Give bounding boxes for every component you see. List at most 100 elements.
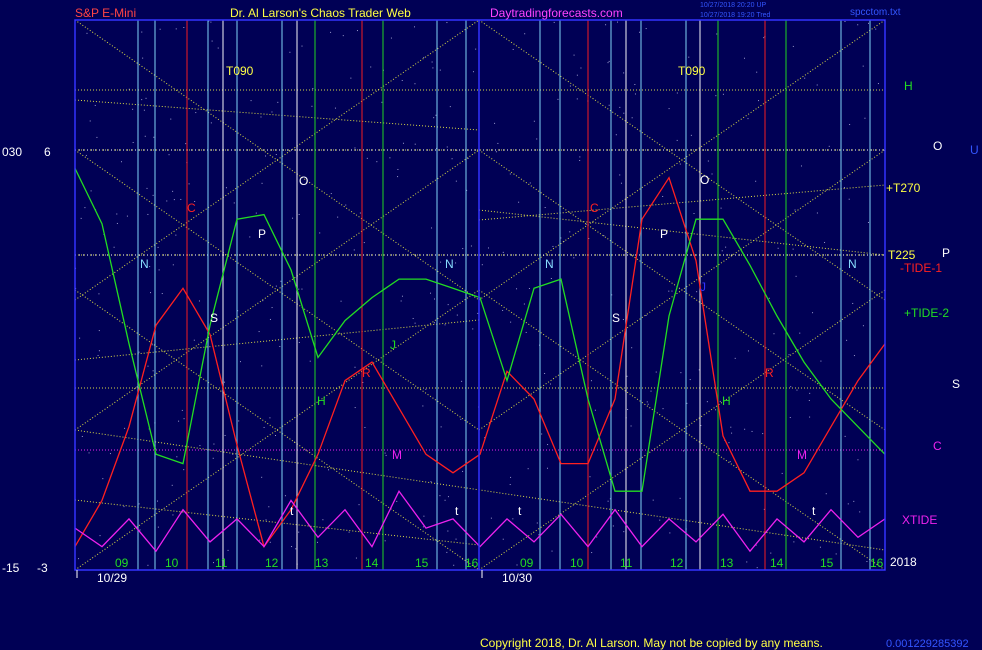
star-dot xyxy=(212,457,214,459)
star-dot xyxy=(825,493,827,495)
star-dot xyxy=(99,535,101,537)
star-dot xyxy=(477,312,479,314)
star-dot xyxy=(178,420,180,422)
star-dot xyxy=(808,399,810,401)
star-dot xyxy=(668,290,670,292)
star-dot xyxy=(605,24,607,26)
star-dot xyxy=(328,469,330,471)
star-dot xyxy=(743,57,745,59)
star-dot xyxy=(422,405,424,407)
star-dot xyxy=(277,101,279,103)
star-dot xyxy=(195,112,197,114)
star-dot xyxy=(631,347,633,349)
star-dot xyxy=(120,161,122,163)
star-dot xyxy=(298,213,300,215)
star-dot xyxy=(261,476,263,478)
star-dot xyxy=(149,266,151,268)
marker-letter: H xyxy=(722,394,731,408)
star-dot xyxy=(255,212,257,214)
marker-letter: S xyxy=(210,311,218,325)
chart-background xyxy=(0,0,982,650)
star-dot xyxy=(812,312,814,314)
star-dot xyxy=(227,549,229,551)
star-dot xyxy=(793,541,795,543)
star-dot xyxy=(145,97,147,99)
star-dot xyxy=(98,293,100,295)
star-dot xyxy=(249,236,251,238)
star-dot xyxy=(144,135,146,137)
site-link[interactable]: Daytradingforecasts.com xyxy=(490,6,623,20)
star-dot xyxy=(96,136,98,138)
star-dot xyxy=(544,372,546,374)
star-dot xyxy=(828,145,830,147)
hour-label: 13 xyxy=(720,556,734,570)
star-dot xyxy=(431,227,433,229)
star-dot xyxy=(835,553,837,555)
star-dot xyxy=(271,111,273,113)
star-dot xyxy=(847,503,849,505)
star-dot xyxy=(265,519,267,521)
star-dot xyxy=(573,54,575,56)
star-dot xyxy=(536,522,538,524)
star-dot xyxy=(725,246,727,248)
star-dot xyxy=(238,420,240,422)
hour-label: 10 xyxy=(165,556,179,570)
star-dot xyxy=(376,161,378,163)
star-dot xyxy=(634,93,636,95)
star-dot xyxy=(502,251,504,253)
star-dot xyxy=(756,567,758,569)
star-dot xyxy=(788,354,790,356)
star-dot xyxy=(763,37,765,39)
star-dot xyxy=(596,536,598,538)
star-dot xyxy=(435,114,437,116)
star-dot xyxy=(98,330,100,332)
star-dot xyxy=(147,564,149,566)
star-dot xyxy=(490,517,492,519)
star-dot xyxy=(401,79,403,81)
right-label-year: 2018 xyxy=(890,555,917,569)
star-dot xyxy=(322,519,324,521)
star-dot xyxy=(366,157,368,159)
marker-letter: T090 xyxy=(226,64,254,78)
star-dot xyxy=(573,257,575,259)
star-dot xyxy=(449,106,451,108)
right-label-t225: T225 xyxy=(888,248,916,262)
star-dot xyxy=(453,564,455,566)
star-dot xyxy=(512,48,514,50)
star-dot xyxy=(676,92,678,94)
star-dot xyxy=(576,98,578,100)
star-dot xyxy=(646,401,648,403)
star-dot xyxy=(153,136,155,138)
star-dot xyxy=(746,561,748,563)
hour-label: 15 xyxy=(415,556,429,570)
star-dot xyxy=(731,432,733,434)
star-dot xyxy=(634,84,636,86)
star-dot xyxy=(330,31,332,33)
star-dot xyxy=(630,425,632,427)
star-dot xyxy=(85,154,87,156)
marker-letter: P xyxy=(258,227,266,241)
star-dot xyxy=(271,307,273,309)
star-dot xyxy=(607,62,609,64)
star-dot xyxy=(862,325,864,327)
star-dot xyxy=(662,195,664,197)
star-dot xyxy=(455,262,457,264)
star-dot xyxy=(680,372,682,374)
star-dot xyxy=(647,403,649,405)
star-dot xyxy=(862,65,864,67)
star-dot xyxy=(707,160,709,162)
star-dot xyxy=(259,539,261,541)
star-dot xyxy=(250,100,252,102)
star-dot xyxy=(497,142,499,144)
star-dot xyxy=(269,417,271,419)
star-dot xyxy=(132,141,134,143)
star-dot xyxy=(440,261,442,263)
star-dot xyxy=(171,484,173,486)
right-label-t270: +T270 xyxy=(886,181,921,195)
star-dot xyxy=(116,213,118,215)
star-dot xyxy=(852,302,854,304)
star-dot xyxy=(481,264,483,266)
star-dot xyxy=(170,118,172,120)
timestamp-1: 10/27/2018 20:20 UP xyxy=(700,2,766,9)
star-dot xyxy=(444,499,446,501)
